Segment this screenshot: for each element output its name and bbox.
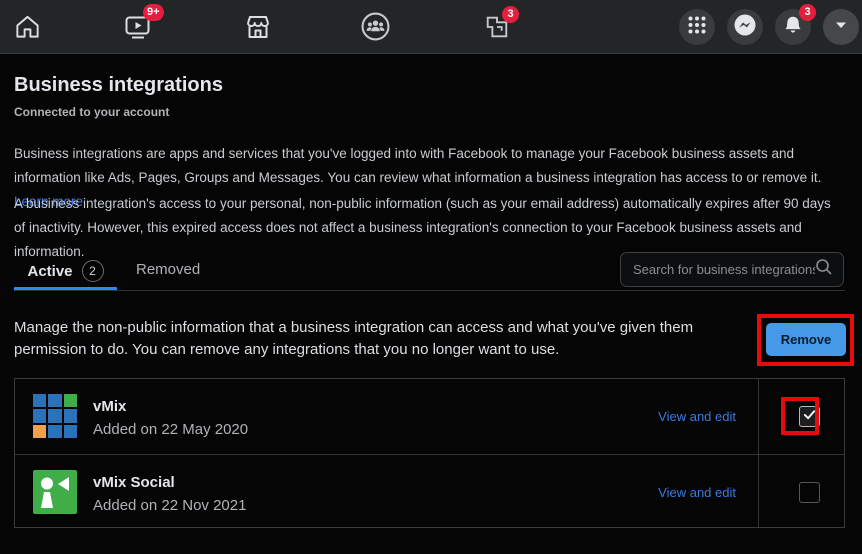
integrations-table: vMix Added on 22 May 2020 View and edit — [14, 378, 845, 528]
notifications-badge: 3 — [799, 4, 816, 21]
description-1-text: Business integrations are apps and servi… — [14, 146, 821, 185]
integration-name: vMix — [93, 398, 126, 415]
page-title: Business integrations — [14, 74, 223, 97]
gaming-tab[interactable]: 3 — [484, 14, 510, 40]
tabs-divider — [14, 290, 845, 291]
marketplace-icon — [244, 13, 272, 41]
marketplace-tab[interactable] — [244, 13, 272, 41]
notifications-button[interactable]: 3 — [775, 9, 811, 45]
home-icon — [14, 13, 41, 40]
gaming-badge: 3 — [502, 6, 519, 23]
groups-icon — [361, 12, 390, 41]
integration-name: vMix Social — [93, 474, 175, 491]
menu-grid-icon — [687, 15, 707, 40]
top-navigation-bar: 9+ — [0, 0, 862, 54]
search-input[interactable] — [633, 262, 815, 277]
messenger-button[interactable] — [727, 9, 763, 45]
business-integrations-page: 9+ — [0, 0, 862, 554]
tab-active[interactable]: Active 2 — [14, 255, 117, 287]
integration-added-date: Added on 22 May 2020 — [93, 421, 248, 438]
home-tab[interactable] — [14, 13, 41, 40]
watch-tab[interactable]: 9+ — [124, 13, 152, 41]
view-and-edit-link[interactable]: View and edit — [658, 485, 736, 500]
integration-checkbox-unchecked[interactable] — [799, 482, 820, 503]
tab-active-count-badge: 2 — [82, 260, 104, 282]
integration-checkbox-checked[interactable] — [799, 406, 820, 427]
manage-description: Manage the non-public information that a… — [14, 317, 724, 361]
watch-badge: 9+ — [143, 4, 164, 21]
view-and-edit-link[interactable]: View and edit — [658, 409, 736, 424]
chevron-down-icon — [833, 17, 849, 38]
menu-button[interactable] — [679, 9, 715, 45]
vmix-social-app-icon — [33, 470, 77, 514]
table-row: vMix Added on 22 May 2020 View and edit — [15, 379, 844, 454]
page-subtitle: Connected to your account — [14, 105, 169, 119]
groups-tab[interactable] — [361, 12, 390, 41]
integration-added-date: Added on 22 Nov 2021 — [93, 497, 246, 514]
tab-active-label: Active — [27, 263, 72, 280]
remove-button[interactable]: Remove — [766, 323, 846, 356]
tab-removed[interactable]: Removed — [136, 261, 200, 278]
search-icon[interactable] — [815, 258, 833, 281]
table-row: vMix Social Added on 22 Nov 2021 View an… — [15, 454, 844, 529]
messenger-icon — [733, 13, 757, 42]
checkmark-icon — [803, 408, 816, 426]
search-box — [620, 252, 844, 287]
vmix-app-icon — [33, 394, 77, 438]
account-menu-button[interactable] — [823, 9, 859, 45]
